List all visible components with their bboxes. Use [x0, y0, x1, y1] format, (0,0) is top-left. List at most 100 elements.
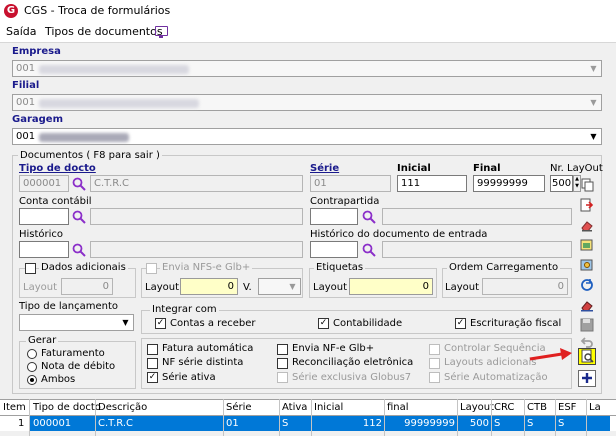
serie-automatizacao-checkbox[interactable]: [429, 372, 440, 383]
inicial-label: Inicial: [397, 163, 431, 174]
ambos-radio[interactable]: [27, 375, 37, 385]
tipo-lancamento-combo[interactable]: ▼: [19, 314, 134, 331]
print-preview-icon[interactable]: [578, 237, 596, 254]
copy-icon[interactable]: [578, 177, 596, 194]
garagem-label: Garagem: [12, 114, 63, 125]
serie-field[interactable]: 01: [310, 175, 391, 192]
layout-label: Layout: [145, 282, 179, 293]
grid-col-divider: [586, 399, 587, 436]
reconciliacao-checkbox[interactable]: [277, 358, 288, 369]
historico-label: Histórico: [19, 229, 64, 240]
col-header-serie[interactable]: Série: [226, 402, 252, 413]
search-icon[interactable]: [362, 243, 376, 257]
etiquetas-layout-field[interactable]: 0: [349, 278, 433, 295]
chevron-down-icon[interactable]: ▼: [118, 315, 133, 330]
conta-contabil-label: Conta contábil: [19, 196, 92, 207]
faturamento-radio[interactable]: [27, 349, 37, 359]
ordem-layout-field: 0: [482, 278, 568, 295]
save-icon[interactable]: [578, 317, 596, 334]
tipo-docto-code-field[interactable]: 000001: [19, 175, 69, 192]
search-icon[interactable]: [362, 210, 376, 224]
chevron-down-icon[interactable]: ▼: [586, 61, 601, 76]
layout-label: Layout: [23, 282, 57, 293]
col-header-crc[interactable]: CRC: [494, 402, 514, 413]
col-header-item[interactable]: Item: [3, 402, 26, 413]
documentos-group-title: Documentos ( F8 para sair ): [18, 150, 162, 161]
escrituracao-label: Escrituração fiscal: [470, 318, 562, 329]
menu-tipos-documentos[interactable]: Tipos de documentos: [45, 25, 163, 38]
chevron-down-icon[interactable]: ▼: [285, 279, 300, 294]
envia-layout-field[interactable]: 0: [180, 278, 238, 295]
col-header-tipo-docto[interactable]: Tipo de docto: [33, 402, 101, 413]
contas-receber-checkbox[interactable]: ✓: [155, 318, 166, 329]
add-icon[interactable]: [578, 370, 596, 387]
nf-serie-distinta-checkbox[interactable]: [147, 358, 158, 369]
nr-layout-field[interactable]: 500: [550, 175, 573, 192]
final-label: Final: [473, 163, 501, 174]
empresa-code: 001: [16, 63, 36, 74]
filial-code: 001: [16, 97, 36, 108]
historico-field[interactable]: [19, 241, 69, 258]
cell-crc: S: [494, 418, 501, 429]
cell-final: 99999999: [404, 418, 455, 429]
delete-icon[interactable]: [578, 297, 596, 314]
cell-serie: 01: [226, 418, 239, 429]
search-icon[interactable]: [72, 177, 86, 191]
filial-combo[interactable]: 001 ▼: [12, 94, 602, 111]
layouts-adicionais-checkbox[interactable]: [429, 358, 440, 369]
col-header-ctb[interactable]: CTB: [527, 402, 547, 413]
fatura-automatica-label: Fatura automática: [162, 343, 254, 354]
serie-automatizacao-label: Série Automatização: [444, 372, 548, 383]
chevron-down-icon[interactable]: ▼: [586, 95, 601, 110]
red-arrow-icon: [529, 348, 572, 361]
col-header-final[interactable]: final: [387, 402, 409, 413]
v-label: V.: [243, 282, 252, 293]
conta-contabil-desc: [90, 208, 303, 225]
col-header-layout[interactable]: Layout: [460, 402, 494, 413]
grid-col-divider: [223, 399, 224, 436]
dados-adicionais-checkbox[interactable]: [25, 263, 36, 274]
col-header-esf[interactable]: ESF: [558, 402, 576, 413]
refresh-icon[interactable]: [578, 277, 596, 294]
escrituracao-checkbox[interactable]: ✓: [455, 318, 466, 329]
preview-document-icon[interactable]: [578, 348, 596, 365]
contrapartida-field[interactable]: [310, 208, 358, 225]
filial-name-redacted: [39, 99, 199, 108]
window-title: CGS - Troca de formulários: [24, 4, 171, 17]
controlar-sequencia-checkbox[interactable]: [429, 344, 440, 355]
fatura-automatica-checkbox[interactable]: [147, 344, 158, 355]
search-icon[interactable]: [72, 210, 86, 224]
monitor-icon[interactable]: [155, 26, 168, 38]
final-field[interactable]: 99999999: [473, 175, 545, 192]
envia-nfe-glb-checkbox[interactable]: [277, 344, 288, 355]
menu-divider: [0, 42, 616, 43]
grid-col-divider: [457, 399, 458, 436]
nota-debito-radio[interactable]: [27, 362, 37, 372]
menu-saida[interactable]: Saída: [6, 25, 37, 38]
serie-ativa-label: Série ativa: [162, 372, 216, 383]
col-header-inicial[interactable]: Inicial: [314, 402, 343, 413]
settings-icon[interactable]: [578, 257, 596, 274]
tipo-docto-desc-field: C.T.R.C: [90, 175, 303, 192]
inicial-field[interactable]: 111: [397, 175, 467, 192]
conta-contabil-field[interactable]: [19, 208, 69, 225]
historico-entrada-field[interactable]: [310, 241, 358, 258]
col-header-ativa[interactable]: Ativa: [282, 402, 307, 413]
grid-col-divider: [279, 399, 280, 436]
garagem-combo[interactable]: 001 ▼: [12, 128, 602, 145]
version-combo[interactable]: ▼: [258, 278, 301, 295]
serie-exclusiva-checkbox[interactable]: [277, 372, 288, 383]
import-icon[interactable]: [578, 197, 596, 214]
serie-ativa-checkbox[interactable]: ✓: [147, 372, 158, 383]
contabilidade-checkbox[interactable]: ✓: [318, 318, 329, 329]
envia-nfs-checkbox[interactable]: [146, 263, 157, 274]
search-icon[interactable]: [72, 243, 86, 257]
chevron-down-icon[interactable]: ▼: [586, 129, 601, 144]
grid-col-divider: [384, 399, 385, 436]
empresa-combo[interactable]: 001 ▼: [12, 60, 602, 77]
col-header-descricao[interactable]: Descrição: [98, 402, 147, 413]
nota-debito-label: Nota de débito: [41, 361, 116, 372]
col-header-la[interactable]: La: [589, 402, 601, 413]
grid-col-divider: [311, 399, 312, 436]
eraser-icon[interactable]: [578, 217, 596, 234]
